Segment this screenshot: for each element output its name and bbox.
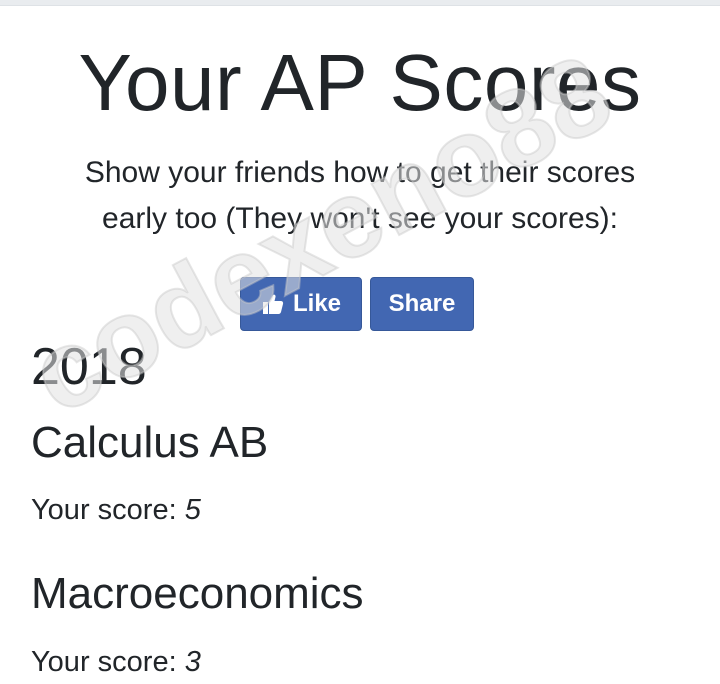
top-divider <box>0 0 720 6</box>
thumbs-up-icon <box>262 294 284 314</box>
facebook-like-button[interactable]: Like <box>240 277 362 331</box>
score-label: Your score: <box>31 494 177 526</box>
page-title: Your AP Scores <box>78 38 642 127</box>
score-year: 2018 <box>31 338 147 396</box>
exam-subject: Calculus AB <box>31 418 269 467</box>
score-value: 5 <box>184 494 201 526</box>
facebook-share-button[interactable]: Share <box>370 277 474 331</box>
like-label: Like <box>292 290 342 317</box>
share-prompt: Show your friends how to get their score… <box>84 156 636 235</box>
exam-subject: Macroeconomics <box>31 569 364 618</box>
facebook-buttons: Like Share <box>240 277 474 331</box>
score-value: 3 <box>184 646 201 678</box>
exam-score-line: Your score: 3 <box>31 644 201 680</box>
page: Your AP Scores Show your friends how to … <box>0 0 720 684</box>
share-label: Share <box>388 290 456 317</box>
score-label: Your score: <box>31 646 177 678</box>
exam-score-line: Your score: 5 <box>31 492 201 528</box>
